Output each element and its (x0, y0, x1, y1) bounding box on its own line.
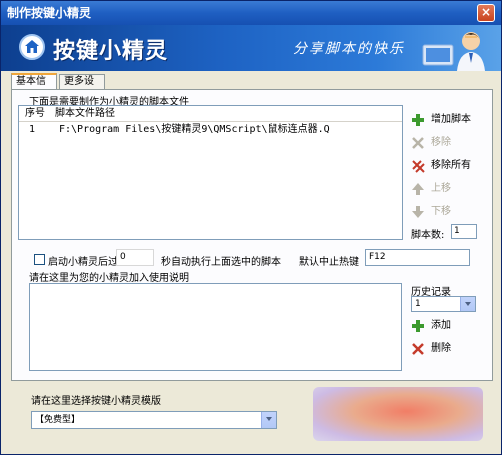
script-list[interactable]: 序号 脚本文件路径 1 F:\Program Files\按键精灵9\QMScr… (18, 105, 403, 240)
hotkey-field[interactable]: F12 (365, 249, 470, 266)
banner-title: 按键小精灵 (53, 39, 169, 64)
mascot-illustration (422, 32, 485, 71)
row-path: F:\Program Files\按键精灵9\QMScript\鼠标连点器.Q (59, 124, 330, 135)
window-title: 制作按键小精灵 (7, 6, 92, 20)
script-count-label: 脚本数: (411, 230, 445, 241)
remove-all-icon (412, 160, 425, 173)
history-selected-value: 1 (415, 299, 421, 309)
x-icon (412, 343, 424, 355)
tab-more-settings[interactable]: 更多设置 (59, 74, 105, 101)
autostart-checkbox[interactable] (34, 254, 45, 265)
delay-suffix-label: 秒自动执行上面选中的脚本 (161, 257, 281, 268)
plus-icon (412, 320, 424, 332)
house-logo-icon (19, 34, 45, 60)
autostart-label[interactable]: 启动小精灵后过 (48, 253, 118, 268)
x-icon (412, 137, 424, 149)
close-button[interactable]: × (477, 4, 495, 22)
chevron-down-icon[interactable] (261, 412, 276, 428)
banner-slogan: 分享脚本的快乐 (293, 41, 405, 57)
title-bar[interactable]: 制作按键小精灵 × (1, 1, 501, 25)
column-header-path[interactable]: 脚本文件路径 (55, 106, 115, 121)
hotkey-label: 默认中止热键 (299, 257, 359, 268)
script-count-field: 1 (451, 224, 477, 239)
app-window: 制作按键小精灵 × 按键小精灵 分享脚本的快乐 基本信息 更多设置 (0, 0, 502, 455)
chevron-down-icon[interactable] (460, 297, 475, 311)
arrow-up-icon (412, 183, 424, 195)
plus-icon (412, 114, 424, 126)
close-icon: × (480, 5, 492, 19)
description-label: 请在这里为您的小精灵加入使用说明 (29, 273, 189, 284)
list-header: 序号 脚本文件路径 (19, 106, 402, 122)
template-selected-value: 【免费型】 (35, 415, 81, 425)
template-label: 请在这里选择按键小精灵模版 (31, 396, 161, 407)
column-header-index[interactable]: 序号 (25, 106, 45, 121)
table-row[interactable]: 1 F:\Program Files\按键精灵9\QMScript\鼠标连点器.… (19, 122, 402, 138)
description-textarea[interactable] (29, 283, 402, 371)
generate-button[interactable] (313, 387, 483, 441)
row-index: 1 (29, 124, 36, 135)
template-select[interactable]: 【免费型】 (31, 411, 277, 429)
history-select[interactable]: 1 (411, 296, 476, 312)
banner: 按键小精灵 分享脚本的快乐 (1, 25, 501, 71)
arrow-down-icon (412, 206, 424, 218)
delay-seconds-input[interactable]: 0 (116, 249, 154, 266)
